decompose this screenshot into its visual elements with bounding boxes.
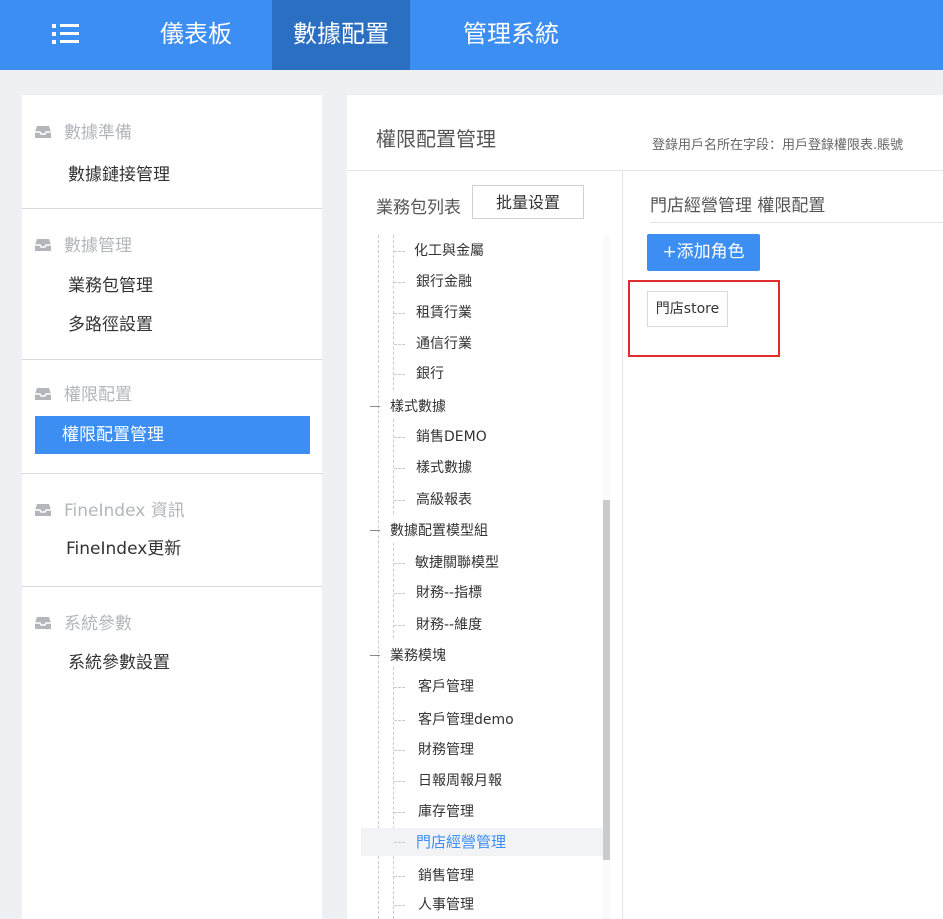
tree-item[interactable]: 高級報表	[347, 486, 592, 514]
main-panel: 權限配置管理 登錄用戶名所在字段：用戶登錄權限表.賬號 業務包列表 批量设置 化…	[347, 95, 943, 919]
inbox-icon	[35, 239, 51, 251]
collapse-icon[interactable]	[370, 655, 380, 656]
tree-item[interactable]: 客戶管理	[347, 673, 592, 701]
tree-item[interactable]: 化工與金屬	[347, 237, 592, 265]
business-package-list-label: 業務包列表	[376, 198, 461, 218]
inbox-icon	[35, 388, 51, 400]
top-nav-bar: 儀表板 數據配置 管理系統	[0, 0, 943, 70]
sidebar-section-data-management: 數據管理	[34, 234, 132, 258]
sidebar-section-data-prep: 數據準備	[34, 121, 132, 145]
tree-item[interactable]: 銀行金融	[347, 268, 592, 296]
sidebar-divider	[22, 473, 322, 474]
collapse-icon[interactable]	[370, 406, 380, 407]
tree-group[interactable]: 數據配置模型組	[347, 517, 592, 545]
tree-item[interactable]: 庫存管理	[347, 798, 592, 826]
tree-item[interactable]: 人事管理	[347, 891, 592, 919]
column-divider	[622, 171, 623, 919]
tree-item[interactable]: 銷售管理	[347, 862, 592, 890]
business-package-tree: 化工與金屬 銀行金融 租賃行業 通信行業 銀行 樣式數據 銷售DEMO 樣式數據…	[347, 235, 622, 919]
tree-scrollbar-thumb[interactable]	[603, 500, 610, 860]
tree-item[interactable]: 銀行	[347, 360, 592, 388]
sidebar-divider	[22, 208, 322, 209]
tree-item-selected[interactable]: 門店經營管理	[361, 828, 605, 856]
detail-divider	[650, 222, 943, 223]
sidebar-item-data-link[interactable]: 數據鏈接管理	[68, 162, 170, 188]
header-divider	[347, 170, 943, 171]
tree-item[interactable]: 敏捷關聯模型	[347, 549, 592, 577]
tab-data-config[interactable]: 數據配置	[272, 0, 410, 70]
sidebar-item-fineindex-update[interactable]: FineIndex更新	[66, 536, 181, 562]
sidebar-item-system-params-settings[interactable]: 系統參數設置	[68, 650, 170, 676]
collapse-icon[interactable]	[370, 530, 380, 531]
batch-settings-button[interactable]: 批量设置	[472, 185, 584, 219]
tree-item[interactable]: 日報周報月報	[347, 767, 592, 795]
page-title: 權限配置管理	[376, 127, 496, 151]
tree-item[interactable]: 通信行業	[347, 330, 592, 358]
sidebar-section-permission: 權限配置	[34, 383, 132, 407]
sidebar: 數據準備 數據鏈接管理 數據管理 業務包管理 多路徑設置 權限配置 權限配置管理…	[22, 95, 322, 919]
inbox-icon	[35, 504, 51, 516]
tree-item[interactable]: 財務--維度	[347, 611, 592, 639]
tree-group[interactable]: 樣式數據	[347, 393, 592, 421]
tree-group[interactable]: 業務模塊	[347, 642, 592, 670]
login-field-hint: 登錄用戶名所在字段：用戶登錄權限表.賬號	[652, 138, 904, 153]
tree-item[interactable]: 財務管理	[347, 736, 592, 764]
tree-scrollbar[interactable]	[603, 235, 610, 919]
menu-icon[interactable]	[52, 22, 80, 46]
sidebar-divider	[22, 359, 322, 360]
sidebar-section-system-params: 系統參數	[34, 612, 132, 636]
inbox-icon	[35, 617, 51, 629]
sidebar-item-business-package[interactable]: 業務包管理	[68, 273, 153, 299]
sidebar-divider	[22, 586, 322, 587]
tree-item[interactable]: 客戶管理demo	[347, 706, 592, 734]
tree-item[interactable]: 銷售DEMO	[347, 423, 592, 451]
sidebar-item-multi-path[interactable]: 多路徑設置	[68, 312, 153, 338]
tab-dashboard[interactable]: 儀表板	[135, 0, 257, 70]
detail-title: 門店經營管理 權限配置	[650, 196, 826, 216]
role-tag[interactable]: 門店store	[647, 291, 728, 327]
inbox-icon	[35, 126, 51, 138]
tab-management-system[interactable]: 管理系統	[440, 0, 582, 70]
tree-item[interactable]: 財務--指標	[347, 579, 592, 607]
tree-item[interactable]: 租賃行業	[347, 299, 592, 327]
sidebar-section-fineindex: FineIndex 資訊	[34, 499, 185, 523]
sidebar-item-permission-config[interactable]: 權限配置管理	[35, 416, 310, 454]
tree-item[interactable]: 樣式數據	[347, 454, 592, 482]
add-role-button[interactable]: +添加角色	[647, 234, 760, 271]
